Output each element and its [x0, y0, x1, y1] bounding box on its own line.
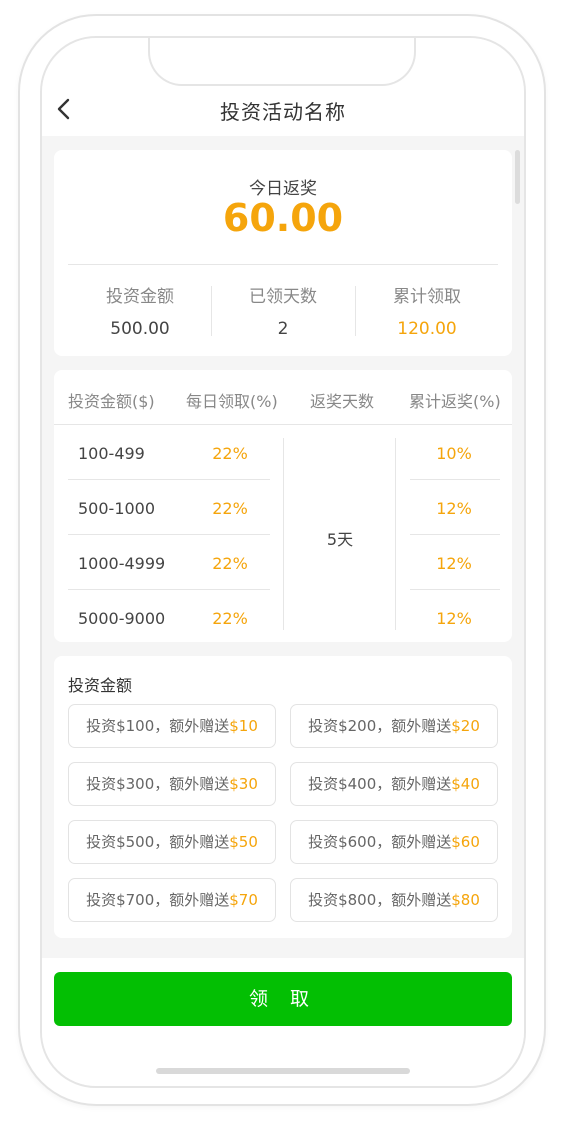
- option-text: 投资$500，额外赠送: [86, 833, 230, 851]
- table-cell-range: 1000-4999: [78, 554, 166, 573]
- phone-screen: 投资活动名称 今日返奖 60.00 投资金额 500.00 已领天数 2 累计领…: [40, 36, 526, 1088]
- bottom-action-bar: 领 取: [42, 958, 524, 1086]
- stat-label: 投资金额: [106, 287, 174, 307]
- stat-investment-amount: 投资金额 500.00: [68, 282, 212, 339]
- row-divider: [410, 589, 500, 590]
- today-reward-value: 60.00: [222, 196, 344, 240]
- section-title: 投资金额: [68, 676, 133, 695]
- row-divider: [410, 534, 500, 535]
- option-gift: $30: [229, 775, 258, 793]
- option-gift: $10: [229, 717, 258, 735]
- reward-rate-table: 投资金额($) 每日领取(%) 返奖天数 累计返奖(%) 100-499 22%…: [54, 370, 512, 642]
- option-gift: $60: [451, 833, 480, 851]
- investment-option-button[interactable]: 投资$200，额外赠送$20: [290, 704, 498, 748]
- option-text: 投资$400，额外赠送: [308, 775, 452, 793]
- option-gift: $40: [451, 775, 480, 793]
- table-cell-total: 12%: [436, 554, 472, 573]
- table-cell-total: 12%: [436, 609, 472, 628]
- investment-option-button[interactable]: 投资$500，额外赠送$50: [68, 820, 276, 864]
- investment-options-card: 投资金额 投资$100，额外赠送$10 投资$200，额外赠送$20 投资$30…: [54, 656, 512, 938]
- stat-value: 120.00: [397, 319, 457, 339]
- row-divider: [68, 589, 270, 590]
- table-cell-daily: 22%: [212, 609, 248, 628]
- table-header: 投资金额($): [68, 392, 155, 411]
- divider: [68, 264, 498, 265]
- page-title: 投资活动名称: [220, 100, 346, 124]
- claim-button[interactable]: 领 取: [54, 972, 512, 1026]
- table-cell-daily: 22%: [212, 554, 248, 573]
- option-text: 投资$300，额外赠送: [86, 775, 230, 793]
- stat-value: 2: [277, 319, 289, 339]
- table-cell-range: 100-499: [78, 444, 145, 463]
- option-gift: $20: [451, 717, 480, 735]
- table-cell-days: 5天: [326, 530, 354, 549]
- phone-notch: [148, 38, 416, 86]
- reward-summary-card: 今日返奖 60.00 投资金额 500.00 已领天数 2 累计领取 120.0…: [54, 150, 512, 356]
- row-divider: [410, 479, 500, 480]
- stat-cumulative-claimed: 累计领取 120.00: [355, 282, 499, 339]
- investment-option-button[interactable]: 投资$400，额外赠送$40: [290, 762, 498, 806]
- investment-option-button[interactable]: 投资$100，额外赠送$10: [68, 704, 276, 748]
- table-header: 每日领取(%): [186, 392, 278, 411]
- investment-option-button[interactable]: 投资$700，额外赠送$70: [68, 878, 276, 922]
- table-cell-range: 500-1000: [78, 499, 156, 518]
- option-gift: $80: [451, 891, 480, 909]
- option-text: 投资$100，额外赠送: [86, 717, 230, 735]
- row-divider: [68, 534, 270, 535]
- stat-label: 已领天数: [249, 287, 317, 307]
- investment-option-button[interactable]: 投资$600，额外赠送$60: [290, 820, 498, 864]
- row-divider: [68, 479, 270, 480]
- option-gift: $70: [229, 891, 258, 909]
- table-cell-daily: 22%: [212, 444, 248, 463]
- investment-option-button[interactable]: 投资$800，额外赠送$80: [290, 878, 498, 922]
- stat-claimed-days: 已领天数 2: [211, 282, 355, 339]
- scrollbar[interactable]: [515, 150, 520, 204]
- divider: [54, 424, 512, 425]
- option-text: 投资$200，额外赠送: [308, 717, 452, 735]
- investment-option-button[interactable]: 投资$300，额外赠送$30: [68, 762, 276, 806]
- table-header: 返奖天数: [310, 392, 375, 411]
- table-cell-total: 12%: [436, 499, 472, 518]
- stat-label: 累计领取: [393, 287, 461, 307]
- option-gift: $50: [229, 833, 258, 851]
- table-cell-total: 10%: [436, 444, 472, 463]
- option-text: 投资$800，额外赠送: [308, 891, 452, 909]
- table-cell-daily: 22%: [212, 499, 248, 518]
- option-text: 投资$600，额外赠送: [308, 833, 452, 851]
- option-text: 投资$700，额外赠送: [86, 891, 230, 909]
- table-header: 累计返奖(%): [409, 392, 501, 411]
- home-indicator[interactable]: [156, 1068, 410, 1074]
- table-cell-range: 5000-9000: [78, 609, 166, 628]
- stat-value: 500.00: [110, 319, 170, 339]
